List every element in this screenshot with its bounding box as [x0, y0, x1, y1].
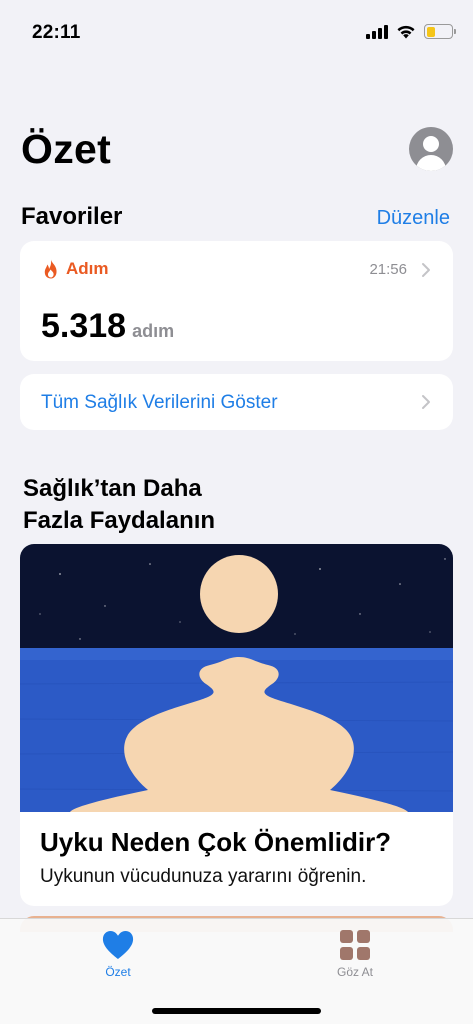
profile-avatar[interactable] — [409, 127, 453, 171]
avatar-head — [423, 136, 439, 152]
sleep-article-card[interactable]: Uyku Neden Çok Önemlidir? Uykunun vücudu… — [20, 544, 453, 906]
chevron-right-icon — [422, 395, 430, 409]
battery-icon — [424, 24, 456, 39]
promo-title: Sağlık’tan Daha Fazla Faydalanın — [23, 473, 353, 537]
promo-title-line-1: Sağlık’tan Daha — [23, 475, 202, 502]
avatar-body — [416, 155, 446, 171]
article-subtitle: Uykunun vücudunuza yararını öğrenin. — [40, 866, 367, 887]
steps-value-row: 5.318 adım — [41, 307, 174, 346]
home-indicator[interactable] — [152, 1008, 321, 1014]
steps-label: Adım — [66, 259, 109, 278]
steps-count: 5.318 — [41, 307, 127, 345]
chevron-right-icon — [422, 263, 430, 277]
steps-unit: adım — [132, 321, 175, 341]
status-bar: 22:11 — [0, 0, 473, 64]
flame-icon — [44, 259, 57, 279]
edit-button[interactable]: Düzenle — [377, 207, 450, 230]
steps-header: Adım — [42, 259, 109, 279]
article-title: Uyku Neden Çok Önemlidir? — [40, 827, 392, 857]
show-all-health-data-label: Tüm Sağlık Verilerini Göster — [41, 392, 278, 413]
favorites-title: Favoriler — [21, 203, 123, 230]
tab-bar: Özet Göz At — [0, 918, 473, 1024]
page-title: Özet — [21, 126, 112, 172]
heart-icon — [102, 931, 134, 959]
tab-browse-label: Göz At — [336, 965, 374, 979]
battery-level — [426, 26, 435, 37]
tab-summary[interactable]: Özet — [58, 929, 178, 979]
promo-title-line-2: Fazla Faydalanın — [23, 507, 216, 534]
wifi-icon — [397, 25, 415, 39]
steps-card[interactable]: Adım 21:56 5.318 adım — [20, 241, 453, 361]
cellular-signal-icon — [366, 24, 388, 39]
status-time: 22:11 — [32, 22, 81, 43]
sleep-illustration — [20, 544, 453, 812]
tab-summary-label: Özet — [105, 965, 131, 979]
show-all-health-data-button[interactable]: Tüm Sağlık Verilerini Göster — [20, 374, 453, 430]
status-icons — [366, 24, 456, 39]
tab-browse[interactable]: Göz At — [295, 929, 415, 979]
grid-icon — [340, 930, 370, 960]
steps-time: 21:56 — [369, 261, 407, 278]
